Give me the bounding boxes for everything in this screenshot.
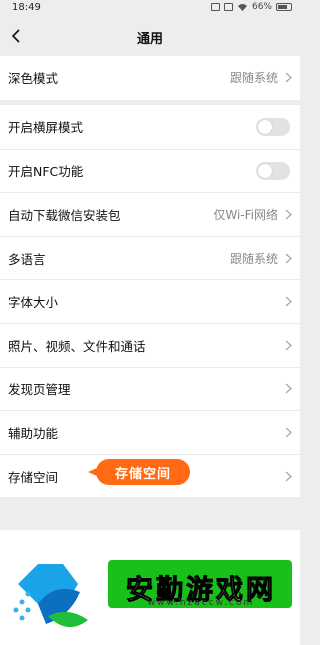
toggle-switch[interactable] (256, 117, 290, 136)
chevron-right-icon (284, 339, 292, 351)
settings-row[interactable]: 照片、视频、文件和通话 (0, 322, 300, 367)
settings-row-label: 自动下载微信安装包 (8, 207, 121, 223)
settings-row-label: 开启NFC功能 (8, 164, 84, 180)
chevron-right-icon (284, 208, 292, 220)
chevron-right-icon (284, 296, 292, 308)
chevron-right-icon (284, 72, 292, 84)
settings-row-label: 多语言 (8, 251, 46, 267)
storage-callout-badge: 存储空间 (88, 459, 190, 485)
settings-row-label: 辅助功能 (8, 425, 59, 441)
battery-percent: 66% (251, 2, 272, 12)
settings-row-value: 跟随系统 (229, 71, 278, 86)
wifi-icon (237, 3, 247, 11)
settings-row-label: 字体大小 (8, 295, 59, 311)
settings-row[interactable]: 辅助功能 (0, 410, 300, 454)
toggle-switch[interactable] (256, 161, 290, 180)
header: 通用 (0, 16, 300, 56)
settings-row-value: 仅Wi-Fi网络 (213, 207, 278, 222)
settings-row-label: 照片、视频、文件和通话 (8, 338, 146, 354)
settings-row-label: 发现页管理 (8, 382, 71, 398)
notification-icon (223, 3, 233, 11)
battery-icon (276, 3, 292, 11)
status-icons: 66% (210, 2, 292, 12)
brand-url: www.hzaccw.com (147, 598, 255, 608)
settings-row[interactable]: 开启横屏模式 (0, 105, 300, 149)
chevron-right-icon (284, 252, 292, 264)
settings-row[interactable]: 多语言 跟随系统 (0, 235, 300, 280)
chevron-right-icon (284, 426, 292, 438)
brand-logo-icon (13, 564, 88, 628)
settings-group-general: 开启横屏模式 开启NFC功能自动下载微信安装包 仅Wi-Fi网络多语言 跟随系统字体大… (0, 105, 300, 498)
chevron-right-icon (284, 383, 292, 395)
settings-row[interactable]: 深色模式 跟随系统 (0, 56, 300, 100)
settings-row[interactable]: 字体大小 (0, 279, 300, 323)
settings-row[interactable]: 开启NFC功能 (0, 148, 300, 193)
settings-row-label: 深色模式 (8, 71, 59, 87)
settings-row[interactable]: 发现页管理 (0, 366, 300, 411)
page-title: 通用 (136, 32, 163, 47)
settings-row[interactable]: 自动下载微信安装包 仅Wi-Fi网络 (0, 192, 300, 236)
settings-row-value: 跟随系统 (229, 251, 278, 266)
settings-group-display: 深色模式 跟随系统 (0, 56, 300, 100)
status-time: 18:49 (12, 2, 41, 13)
settings-row-label: 开启横屏模式 (8, 120, 84, 136)
sim-icon (210, 3, 220, 11)
watermark-area: 安勤游戏网 www.hzaccw.com (0, 530, 300, 645)
status-bar: 18:49 66% (0, 0, 300, 16)
chevron-right-icon (284, 470, 292, 482)
